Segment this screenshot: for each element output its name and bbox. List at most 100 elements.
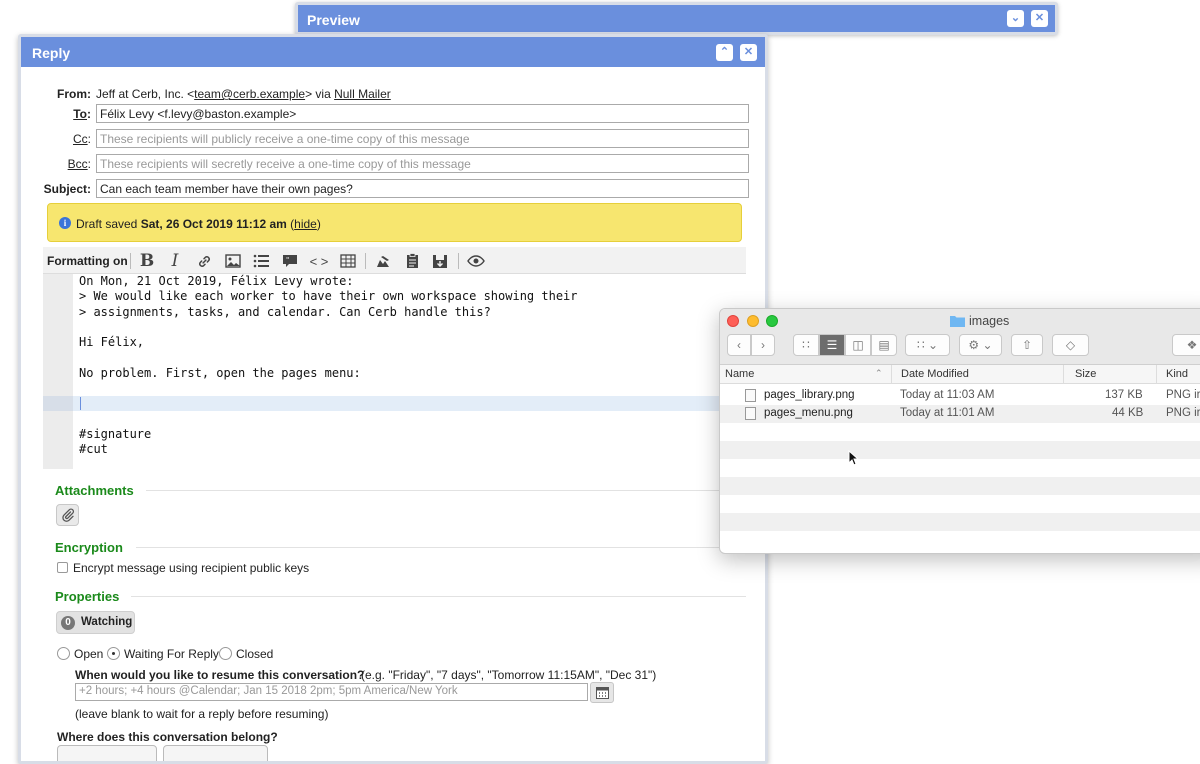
list-view-icon[interactable]: ☰ [819,334,845,356]
col-kind[interactable]: Kind [1166,368,1188,380]
watching-button[interactable]: 0 Watching [56,611,135,634]
calendar-button[interactable] [590,682,614,703]
to-label[interactable]: To: [21,107,91,121]
status-open-radio[interactable] [57,647,70,660]
file-name: pages_library.png [764,389,855,401]
icon-view-icon[interactable]: ∷ [793,334,819,356]
encrypt-checkbox[interactable] [57,562,68,573]
preview-title: Preview [307,12,360,28]
empty-row [720,477,1200,495]
table-icon[interactable] [338,251,358,271]
draft-date: Sat, 26 Oct 2019 11:12 am [140,217,287,231]
resume-question: When would you like to resume this conve… [75,668,365,682]
share-icon[interactable]: ⇧ [1011,334,1043,356]
reply-titlebar: Reply ⌃ ✕ [21,37,765,67]
preview-eye-icon[interactable] [466,251,486,271]
zoom-window-icon[interactable] [766,315,778,327]
from-value: Jeff at Cerb, Inc. <team@cerb.example> v… [96,87,391,101]
to-field[interactable]: Félix Levy <f.levy@baston.example> [96,104,749,123]
chevron-up-icon[interactable]: ⌃ [716,44,733,61]
dropbox-icon[interactable]: ❖ [1172,334,1200,356]
bucket-select[interactable] [163,745,268,761]
message-editor[interactable]: On Mon, 21 Oct 2019, Félix Levy wrote: >… [43,274,748,469]
back-button[interactable]: ‹ [727,334,751,356]
attach-button[interactable] [56,504,79,526]
reply-window: Reply ⌃ ✕ From: Jeff at Cerb, Inc. <team… [18,34,768,764]
resume-input[interactable]: +2 hours; +4 hours @Calendar; Jan 15 201… [75,683,588,701]
reply-title: Reply [32,45,71,61]
list-icon[interactable] [251,251,271,271]
snippet-icon[interactable] [373,251,393,271]
paperclip-icon [61,508,74,522]
gear-icon[interactable]: ⚙ ⌄ [959,334,1002,356]
draft-notice: i Draft saved Sat, 26 Oct 2019 11:12 am … [47,203,742,242]
close-icon[interactable]: ✕ [1031,10,1048,27]
bcc-label-text[interactable]: Bcc [68,157,88,171]
group-by-icon[interactable]: ∷ ⌄ [905,334,950,356]
forward-button[interactable]: › [751,334,775,356]
message-body[interactable]: On Mon, 21 Oct 2019, Félix Levy wrote: >… [79,274,578,458]
bcc-label[interactable]: Bcc: [21,157,91,171]
preview-panel[interactable]: Preview ⌄ ✕ [295,2,1058,35]
finder-title: images [950,314,1009,328]
to-label-text[interactable]: To [73,107,87,121]
close-icon[interactable]: ✕ [740,44,757,61]
minimize-window-icon[interactable] [747,315,759,327]
empty-row [720,513,1200,531]
col-name[interactable]: Name [725,368,754,380]
file-kind: PNG ir [1166,389,1200,401]
status-waiting-radio[interactable] [107,647,120,660]
watching-label: Watching [81,616,133,628]
divider [891,365,892,384]
file-date: Today at 11:01 AM [900,407,995,419]
mailer-link[interactable]: Null Mailer [334,87,391,101]
png-file-icon [745,389,756,402]
draft-prefix: Draft saved [76,217,141,231]
draft-close: ) [316,217,321,231]
group-select[interactable] [57,745,157,761]
gallery-view-icon[interactable]: ▤ [871,334,897,356]
file-size: 44 KB [1112,407,1144,419]
empty-row [720,495,1200,513]
from-via: > via [305,87,335,101]
file-name: pages_menu.png [764,407,853,419]
calendar-icon [595,687,609,699]
column-view-icon[interactable]: ◫ [845,334,871,356]
clipboard-icon[interactable] [402,251,422,271]
bold-icon[interactable]: B [137,251,157,271]
code-icon[interactable]: < > [309,251,329,271]
status-waiting-label: Waiting For Reply [124,647,219,661]
file-row[interactable]: pages_library.png Today at 11:03 AM 137 … [720,387,1200,405]
cc-field[interactable]: These recipients will publicly receive a… [96,129,749,148]
file-row[interactable]: pages_menu.png Today at 11:01 AM 44 KB P… [720,405,1200,423]
finder-column-header: Name ⌃ Date Modified Size Kind [720,365,1200,384]
empty-row [720,459,1200,477]
from-email-link[interactable]: team@cerb.example [194,87,305,101]
italic-icon[interactable]: I [165,251,185,271]
status-closed-radio[interactable] [219,647,232,660]
cc-label-text[interactable]: Cc [73,132,88,146]
tag-icon[interactable]: ◇ [1052,334,1089,356]
save-draft-icon[interactable] [430,251,450,271]
link-icon[interactable] [194,251,214,271]
empty-row [720,531,1200,549]
empty-row [720,423,1200,441]
image-icon[interactable] [223,251,243,271]
file-size: 137 KB [1105,389,1143,401]
resume-examples: (e.g. "Friday", "7 days", "Tomorrow 11:1… [361,668,657,682]
divider [136,547,746,548]
cc-label[interactable]: Cc: [21,132,91,146]
formatting-label[interactable]: Formatting on [47,254,128,268]
subject-field[interactable]: Can each team member have their own page… [96,179,749,198]
close-window-icon[interactable] [727,315,739,327]
col-date[interactable]: Date Modified [901,368,969,380]
col-size[interactable]: Size [1075,368,1096,380]
empty-row [720,441,1200,459]
quote-icon[interactable]: " [280,251,300,271]
bcc-field[interactable]: These recipients will secretly receive a… [96,154,749,173]
encrypt-label: Encrypt message using recipient public k… [73,561,310,575]
chevron-down-icon[interactable]: ⌄ [1007,10,1024,27]
hide-draft-link[interactable]: hide [294,217,317,231]
watchers-count-badge: 0 [61,616,75,630]
finder-window: images ‹ › ∷ ☰ ◫ ▤ ∷ ⌄ ⚙ ⌄ ⇧ ◇ ❖ Name ⌃ … [719,308,1200,554]
